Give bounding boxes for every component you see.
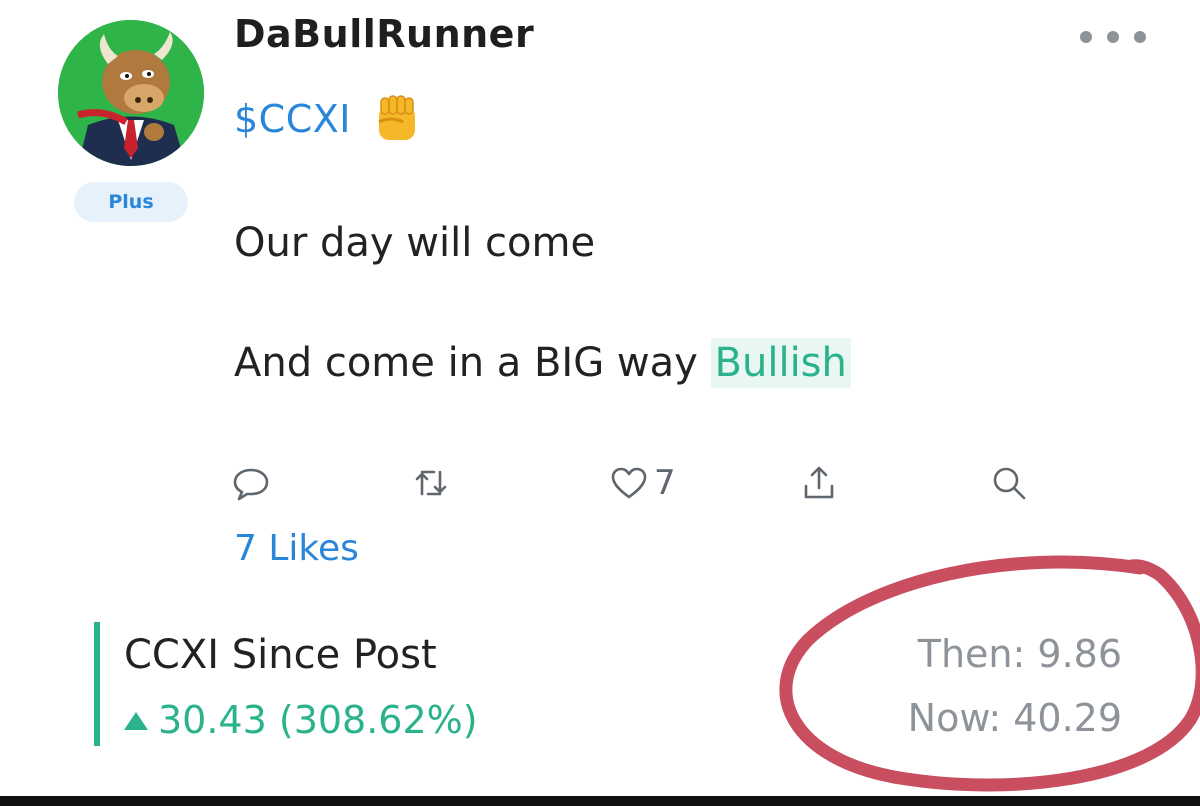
reshare-icon xyxy=(415,470,447,496)
performance-change-value: 30.43 (308.62%) xyxy=(158,698,478,742)
like-count: 7 xyxy=(654,463,676,503)
avatar[interactable] xyxy=(58,20,204,166)
raised-fist-icon xyxy=(369,92,423,146)
plus-badge: Plus xyxy=(74,182,188,222)
dot xyxy=(1134,31,1146,43)
ticker-row: $CCXI xyxy=(234,92,423,146)
reshare-button[interactable] xyxy=(410,458,452,508)
now-price: Now: 40.29 xyxy=(907,696,1122,740)
more-dots-icon[interactable] xyxy=(1080,26,1146,48)
search-button[interactable] xyxy=(988,458,1030,508)
up-arrow-icon xyxy=(124,712,148,730)
post-text-line-2-prefix: And come in a BIG way xyxy=(234,340,711,386)
search-icon xyxy=(993,467,1026,500)
likes-link[interactable]: 7 Likes xyxy=(234,528,359,569)
performance-change: 30.43 (308.62%) xyxy=(124,698,478,742)
share-button[interactable] xyxy=(798,458,840,508)
share-icon xyxy=(804,466,834,499)
heart-icon xyxy=(611,467,647,499)
like-button[interactable]: 7 xyxy=(608,458,676,508)
dot xyxy=(1080,31,1092,43)
dot xyxy=(1107,31,1119,43)
performance-accent-bar xyxy=(94,622,100,746)
action-bar: 7 xyxy=(230,458,1050,508)
post-card: Plus DaBullRunner $CCXI Our day will com… xyxy=(0,0,1200,806)
bull-avatar-icon xyxy=(58,20,204,166)
post-text-line-1: Our day will come xyxy=(234,220,596,266)
performance-title: CCXI Since Post xyxy=(124,632,437,678)
bottom-edge xyxy=(0,796,1200,806)
username[interactable]: DaBullRunner xyxy=(234,12,534,56)
comment-icon xyxy=(233,468,269,501)
sentiment-tag: Bullish xyxy=(710,338,851,388)
then-price: Then: 9.86 xyxy=(917,632,1122,676)
post-text-line-2: And come in a BIG way Bullish xyxy=(234,338,851,388)
comment-button[interactable] xyxy=(230,458,272,508)
ticker-tag[interactable]: $CCXI xyxy=(234,97,351,141)
